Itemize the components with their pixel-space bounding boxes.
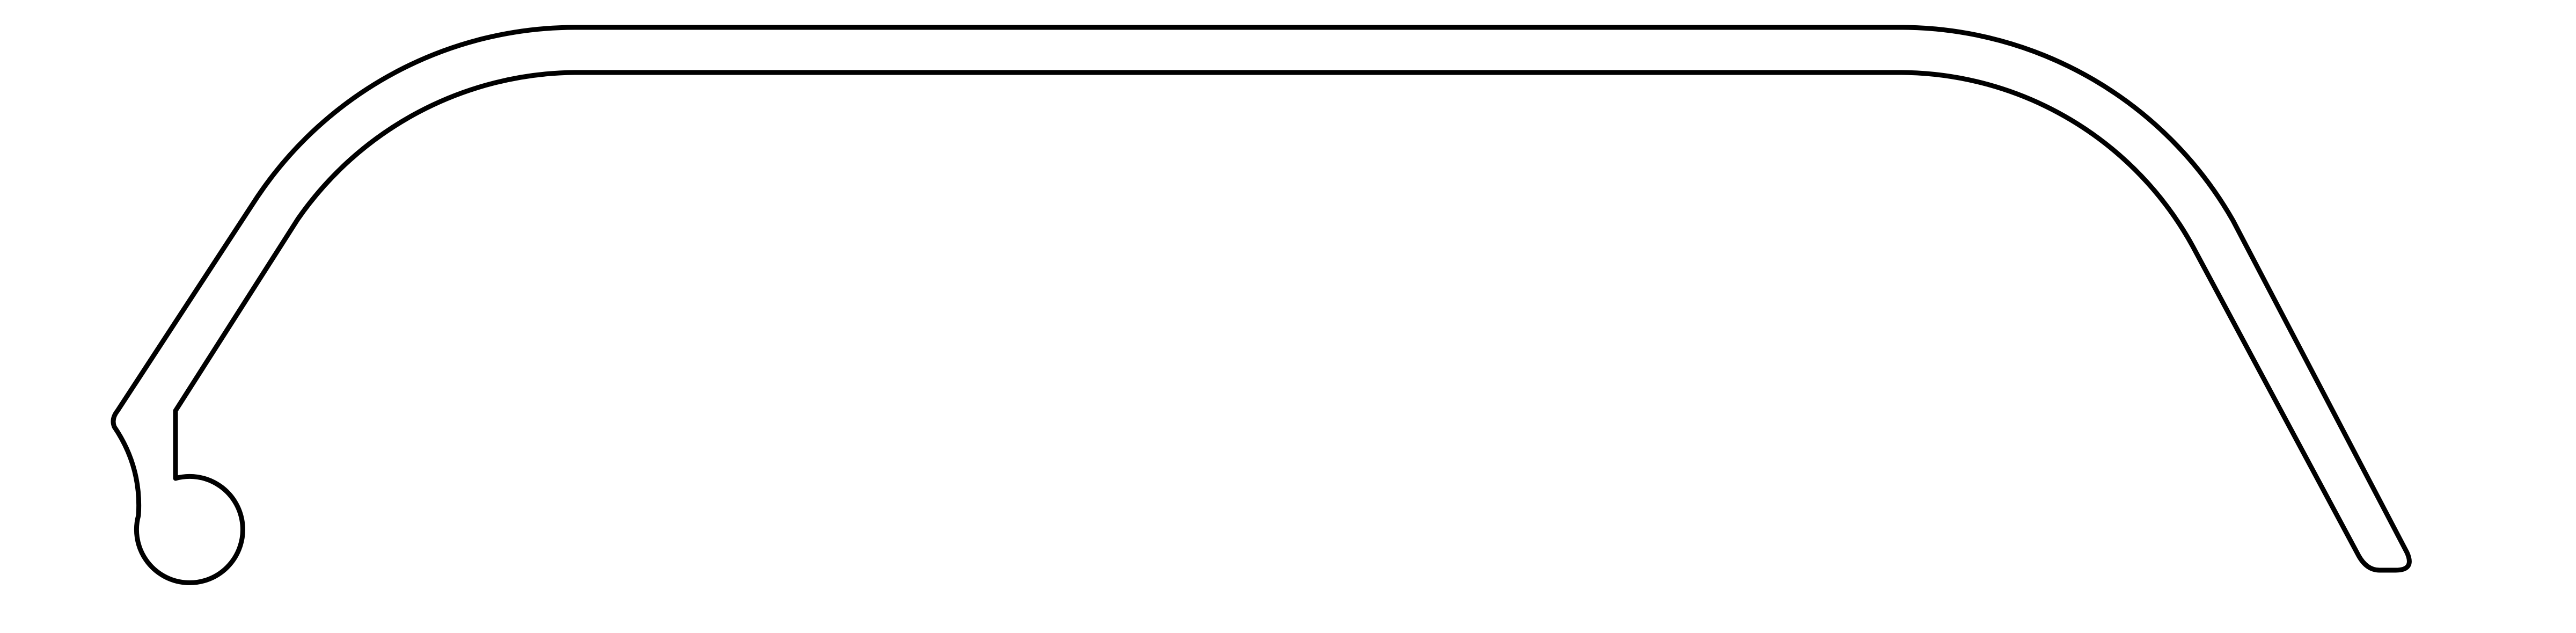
- profile-outline: [111, 25, 2412, 585]
- profile-drawing-canvas: [111, 25, 2412, 585]
- profile-cross-section: [111, 25, 2412, 585]
